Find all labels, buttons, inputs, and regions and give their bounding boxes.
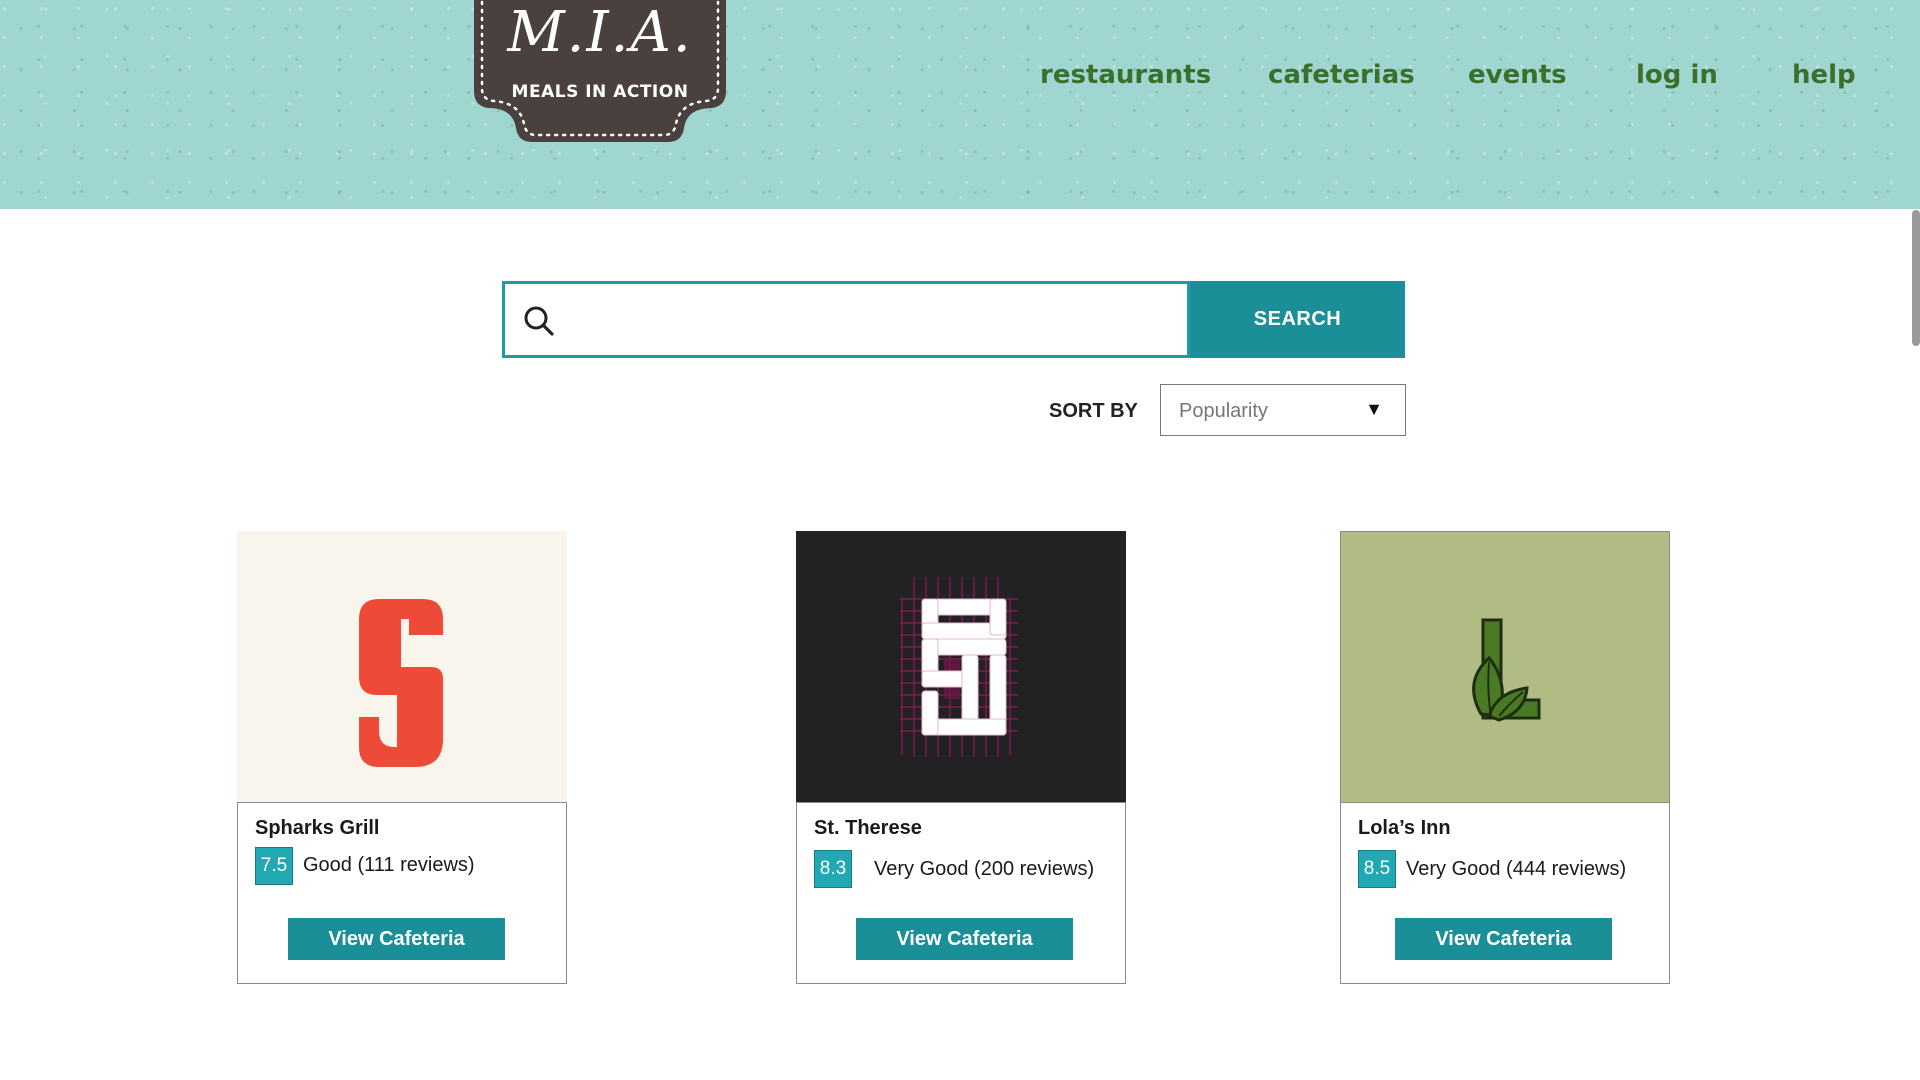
cafeteria-card-body: St. Therese 8.3 Very Good (200 reviews) … [796, 802, 1126, 984]
spharks-s-logo-icon [359, 599, 443, 767]
rating-text: Very Good (200 reviews) [874, 858, 1095, 880]
mia-logo[interactable]: M.I.A. MEALS IN ACTION [472, 0, 728, 146]
cafeteria-name: Lola’s Inn [1358, 817, 1451, 839]
cafeteria-card: St. Therese 8.3 Very Good (200 reviews) … [796, 531, 1126, 984]
cafeteria-image[interactable] [237, 531, 567, 803]
site-header: M.I.A. MEALS IN ACTION restaurants cafet… [0, 0, 1920, 209]
logo-title: M.I.A. [507, 0, 693, 65]
nav-cafeterias[interactable]: cafeterias [1268, 60, 1415, 90]
lolas-inn-leaf-logo-icon [1472, 618, 1541, 722]
rating-badge: 7.5 [255, 847, 293, 885]
nav-help[interactable]: help [1792, 60, 1856, 90]
sort-by-label: SORT BY [1049, 400, 1138, 422]
cafeteria-name: Spharks Grill [255, 817, 380, 839]
cafeteria-card-body: Lola’s Inn 8.5 Very Good (444 reviews) V… [1340, 802, 1670, 984]
cafeteria-card: Spharks Grill 7.5 Good (111 reviews) Vie… [237, 531, 567, 984]
cafeteria-name: St. Therese [814, 817, 922, 839]
cafeteria-card: Lola’s Inn 8.5 Very Good (444 reviews) V… [1340, 531, 1670, 984]
cafeteria-image[interactable] [796, 531, 1126, 803]
sort-selected-value: Popularity [1179, 400, 1268, 422]
search-input[interactable] [569, 294, 1169, 346]
cafeteria-image[interactable] [1340, 531, 1670, 803]
view-cafeteria-button[interactable]: View Cafeteria [1395, 918, 1612, 960]
cafeteria-card-body: Spharks Grill 7.5 Good (111 reviews) Vie… [237, 802, 567, 984]
nav-log-in[interactable]: log in [1636, 60, 1718, 90]
search-icon [523, 305, 555, 337]
scrollbar-thumb[interactable] [1912, 210, 1920, 346]
search-box[interactable] [502, 281, 1190, 358]
logo-subtitle: MEALS IN ACTION [511, 82, 689, 102]
sort-by-select[interactable]: Popularity ▼ [1160, 384, 1406, 436]
st-therese-grid-logo-icon [900, 577, 1018, 757]
rating-text: Very Good (444 reviews) [1406, 858, 1627, 880]
search-button[interactable]: SEARCH [1190, 281, 1405, 358]
rating-badge: 8.3 [814, 850, 852, 888]
rating-text: Good (111 reviews) [303, 854, 475, 876]
rating-badge: 8.5 [1358, 850, 1396, 888]
nav-restaurants[interactable]: restaurants [1040, 60, 1211, 90]
view-cafeteria-button[interactable]: View Cafeteria [856, 918, 1073, 960]
view-cafeteria-button[interactable]: View Cafeteria [288, 918, 505, 960]
nav-events[interactable]: events [1468, 60, 1567, 90]
chevron-down-icon: ▼ [1365, 399, 1383, 419]
